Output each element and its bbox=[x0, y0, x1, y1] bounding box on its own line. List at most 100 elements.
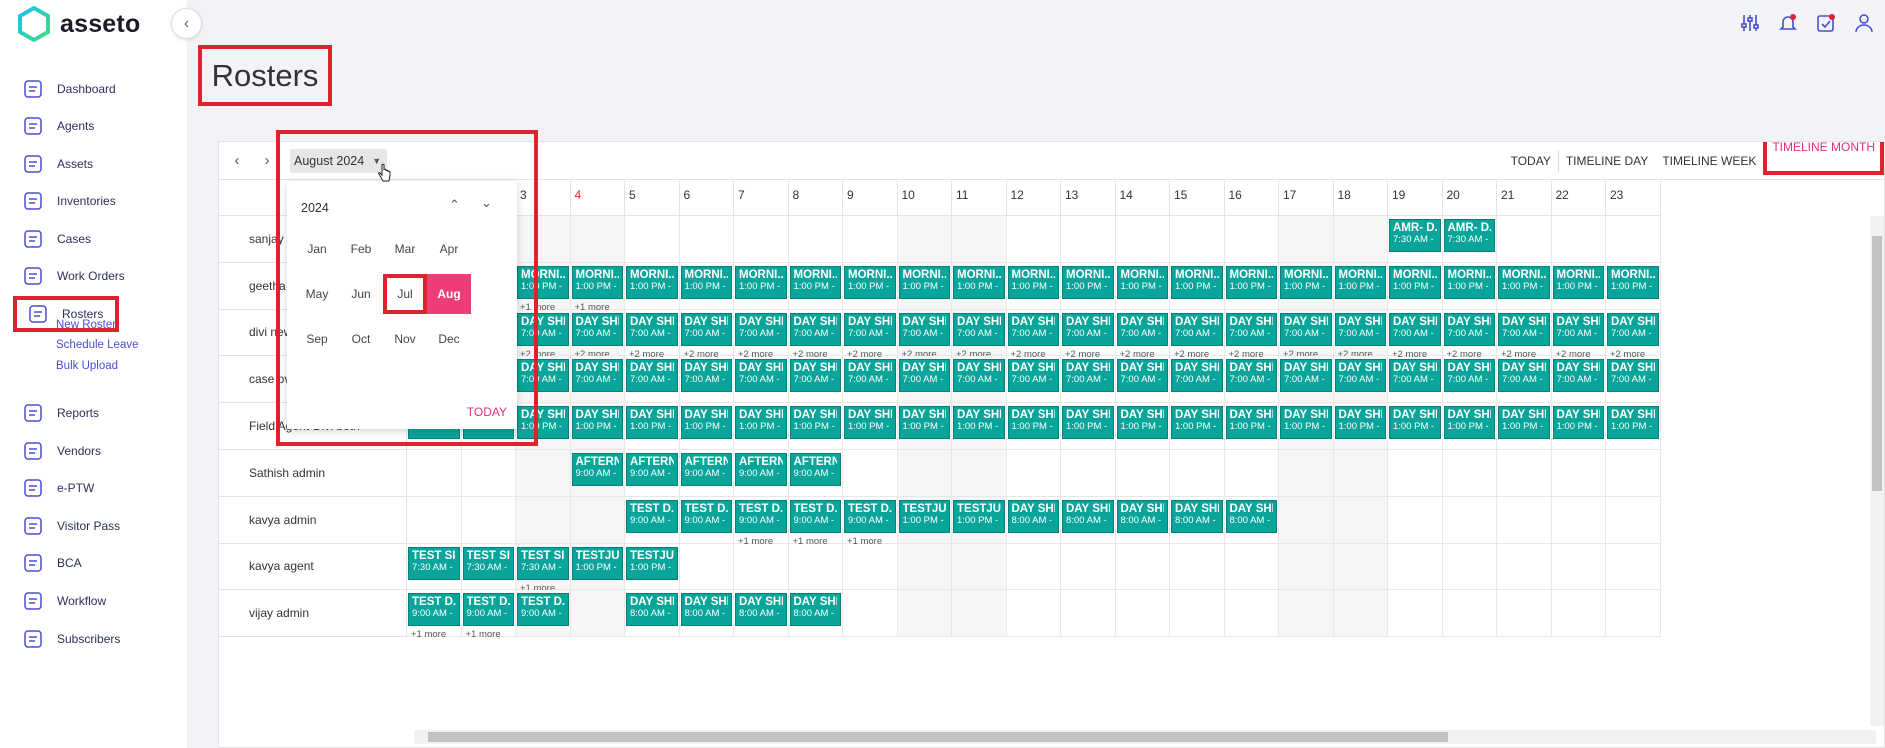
roster-event[interactable]: DAY SHI...7:00 AM - bbox=[1552, 312, 1604, 346]
timeline-cell[interactable]: DAY SHI...7:00 AM -+2 more bbox=[788, 309, 843, 360]
roster-event[interactable]: DAY SHI...7:00 AM - bbox=[1007, 312, 1059, 346]
timeline-cell[interactable]: DAY SHI...8:00 AM - bbox=[734, 590, 789, 638]
timeline-cell[interactable]: MORNI...1:00 PM - bbox=[625, 262, 680, 310]
timeline-cell[interactable]: TEST D...9:00 AM - +1 more bbox=[461, 590, 516, 640]
day-header[interactable]: 7 bbox=[734, 181, 789, 216]
timeline-cell[interactable]: DAY SHI...7:00 AM -+2 more bbox=[1333, 309, 1388, 360]
roster-event[interactable]: DAY SHI...7:00 AM - bbox=[1334, 312, 1386, 346]
timeline-cell[interactable] bbox=[1497, 216, 1552, 263]
timeline-cell[interactable] bbox=[1442, 496, 1497, 544]
roster-event[interactable]: AMR- D...7:30 AM - bbox=[1443, 219, 1495, 252]
timeline-cell[interactable]: MORNI...1:00 PM - bbox=[1061, 262, 1116, 310]
timeline-cell[interactable] bbox=[1388, 590, 1443, 638]
roster-event[interactable]: DAY SHI...8:00 AM - bbox=[1171, 499, 1223, 533]
month-option-jun[interactable]: Jun bbox=[339, 274, 383, 314]
timeline-cell[interactable] bbox=[1551, 216, 1606, 263]
roster-event[interactable]: AFTERN...9:00 AM - bbox=[789, 453, 841, 486]
roster-event[interactable]: DAY SHI...7:00 AM - bbox=[1280, 312, 1332, 346]
timeline-cell[interactable]: DAY SHI...7:00 AM - bbox=[1442, 356, 1497, 404]
timeline-cell[interactable]: DAY SHI...1:00 PM - bbox=[1551, 403, 1606, 450]
sidebar-item-subscribers[interactable]: Subscribers bbox=[22, 624, 120, 654]
roster-event[interactable]: DAY SHI...7:00 AM - bbox=[844, 312, 896, 346]
sidebar-item-e-ptw[interactable]: e-PTW bbox=[22, 473, 94, 503]
roster-event[interactable]: DAY SHI...8:00 AM - bbox=[789, 593, 841, 627]
timeline-cell[interactable] bbox=[1170, 216, 1225, 263]
month-option-nov[interactable]: Nov bbox=[383, 319, 427, 359]
roster-event[interactable]: TEST D...9:00 AM - bbox=[680, 499, 732, 533]
roster-event[interactable]: TEST D...9:00 AM - bbox=[462, 593, 514, 627]
roster-event[interactable]: DAY SHI...7:00 AM - bbox=[1062, 312, 1114, 346]
roster-event[interactable]: DAY SHI...7:00 AM - bbox=[1498, 312, 1550, 346]
timeline-cell[interactable] bbox=[897, 216, 952, 263]
timeline-cell[interactable] bbox=[1388, 543, 1443, 591]
day-header[interactable]: 14 bbox=[1115, 181, 1170, 216]
roster-event[interactable]: DAY SHI...1:00 PM - bbox=[1443, 406, 1495, 440]
timeline-cell[interactable] bbox=[897, 590, 952, 638]
month-option-jan[interactable]: Jan bbox=[295, 229, 339, 269]
timeline-cell[interactable] bbox=[1115, 543, 1170, 591]
timeline-cell[interactable]: DAY SHI...7:00 AM -+2 more bbox=[1442, 309, 1497, 360]
timeline-cell[interactable]: MORNI...1:00 PM - bbox=[788, 262, 843, 310]
timeline-cell[interactable] bbox=[1006, 216, 1061, 263]
sidebar-subitem-new-roster[interactable]: New Roster bbox=[56, 319, 116, 331]
roster-event[interactable]: DAY SHI...7:00 AM - bbox=[898, 359, 950, 393]
roster-event[interactable]: DAY SHI...7:00 AM - bbox=[735, 359, 787, 393]
timeline-cell[interactable]: TEST D...9:00 AM - +1 more bbox=[407, 590, 462, 640]
timeline-cell[interactable] bbox=[1061, 590, 1116, 638]
view-timeline-day[interactable]: TIMELINE DAY bbox=[1559, 142, 1655, 180]
timeline-cell[interactable]: DAY SHI...7:00 AM - bbox=[843, 356, 898, 404]
roster-event[interactable]: AFTERN...9:00 AM - bbox=[735, 453, 787, 486]
timeline-cell[interactable] bbox=[1606, 450, 1661, 497]
timeline-cell[interactable]: DAY SHI...7:00 AM -+2 more bbox=[1006, 309, 1061, 360]
timeline-cell[interactable]: MORNI...1:00 PM - bbox=[1006, 262, 1061, 310]
roster-event[interactable]: MORNI...1:00 PM - bbox=[1062, 265, 1114, 299]
roster-event[interactable]: DAY SHI...1:00 PM - bbox=[844, 406, 896, 440]
chevron-up-icon[interactable]: ⌃ bbox=[449, 197, 460, 213]
day-header[interactable]: 18 bbox=[1333, 181, 1388, 216]
month-option-apr[interactable]: Apr bbox=[427, 229, 471, 269]
timeline-cell[interactable]: AFTERN...9:00 AM - bbox=[679, 450, 734, 497]
timeline-cell[interactable] bbox=[1442, 590, 1497, 638]
timeline-cell[interactable] bbox=[1606, 216, 1661, 263]
timeline-cell[interactable]: DAY SHI...7:00 AM -+2 more bbox=[1497, 309, 1552, 360]
roster-event[interactable]: DAY SHI...7:00 AM - bbox=[789, 359, 841, 393]
roster-event[interactable]: MORNI...1:00 PM - bbox=[735, 265, 787, 299]
view-today[interactable]: TODAY bbox=[1504, 142, 1558, 180]
roster-event[interactable]: DAY SHI...7:00 AM - bbox=[1225, 312, 1277, 346]
next-month-button[interactable]: › bbox=[257, 151, 277, 171]
brand[interactable]: asseto bbox=[18, 6, 140, 42]
timeline-cell[interactable]: DAY SHI...7:00 AM -+2 more bbox=[1606, 309, 1661, 360]
timeline-cell[interactable]: DAY SHI...1:00 PM - bbox=[734, 403, 789, 450]
roster-event[interactable]: DAY SHI...8:00 AM - bbox=[680, 593, 732, 627]
timeline-cell[interactable]: DAY SHI...1:00 PM - bbox=[1388, 403, 1443, 450]
day-header[interactable]: 23 bbox=[1606, 181, 1661, 216]
timeline-cell[interactable] bbox=[1606, 496, 1661, 544]
timeline-cell[interactable] bbox=[952, 450, 1007, 497]
timeline-cell[interactable] bbox=[1115, 216, 1170, 263]
roster-event[interactable]: DAY SHI...7:00 AM - bbox=[1280, 359, 1332, 393]
roster-event[interactable]: DAY SHI...1:00 PM - bbox=[1225, 406, 1277, 440]
prev-month-button[interactable]: ‹ bbox=[227, 151, 247, 171]
roster-event[interactable]: DAY SHI...7:00 AM - bbox=[680, 312, 732, 346]
month-option-sep[interactable]: Sep bbox=[295, 319, 339, 359]
roster-event[interactable]: MORNI...1:00 PM - bbox=[844, 265, 896, 299]
vertical-scroll-thumb[interactable] bbox=[1872, 236, 1882, 491]
timeline-cell[interactable]: DAY SHI...1:00 PM - bbox=[952, 403, 1007, 450]
sidebar-item-agents[interactable]: Agents bbox=[22, 111, 94, 141]
roster-event[interactable]: TEST D...9:00 AM - bbox=[626, 499, 678, 533]
timeline-cell[interactable] bbox=[1333, 543, 1388, 591]
roster-event[interactable]: MORNI...1:00 PM - bbox=[789, 265, 841, 299]
timeline-cell[interactable]: DAY SHI...7:00 AM - bbox=[1388, 356, 1443, 404]
roster-event[interactable]: MORNI...1:00 PM - bbox=[953, 265, 1005, 299]
roster-event[interactable]: DAY SHI...1:00 PM - bbox=[1116, 406, 1168, 440]
view-timeline-month[interactable]: TIMELINE MONTH bbox=[1763, 142, 1884, 175]
roster-event[interactable]: DAY SHI...8:00 AM - bbox=[626, 593, 678, 627]
day-header[interactable]: 4 bbox=[570, 181, 625, 216]
roster-event[interactable]: DAY SHI...7:00 AM - bbox=[1389, 312, 1441, 346]
roster-event[interactable]: DAY SHI...7:00 AM - bbox=[571, 312, 623, 346]
roster-event[interactable]: DAY SHI...7:00 AM - bbox=[1116, 312, 1168, 346]
picker-year[interactable]: 2024 bbox=[301, 201, 329, 215]
timeline-cell[interactable]: DAY SHI...1:00 PM - bbox=[1606, 403, 1661, 450]
timeline-cell[interactable]: DAY SHI...7:00 AM -+2 more bbox=[679, 309, 734, 360]
timeline-cell[interactable] bbox=[1442, 543, 1497, 591]
